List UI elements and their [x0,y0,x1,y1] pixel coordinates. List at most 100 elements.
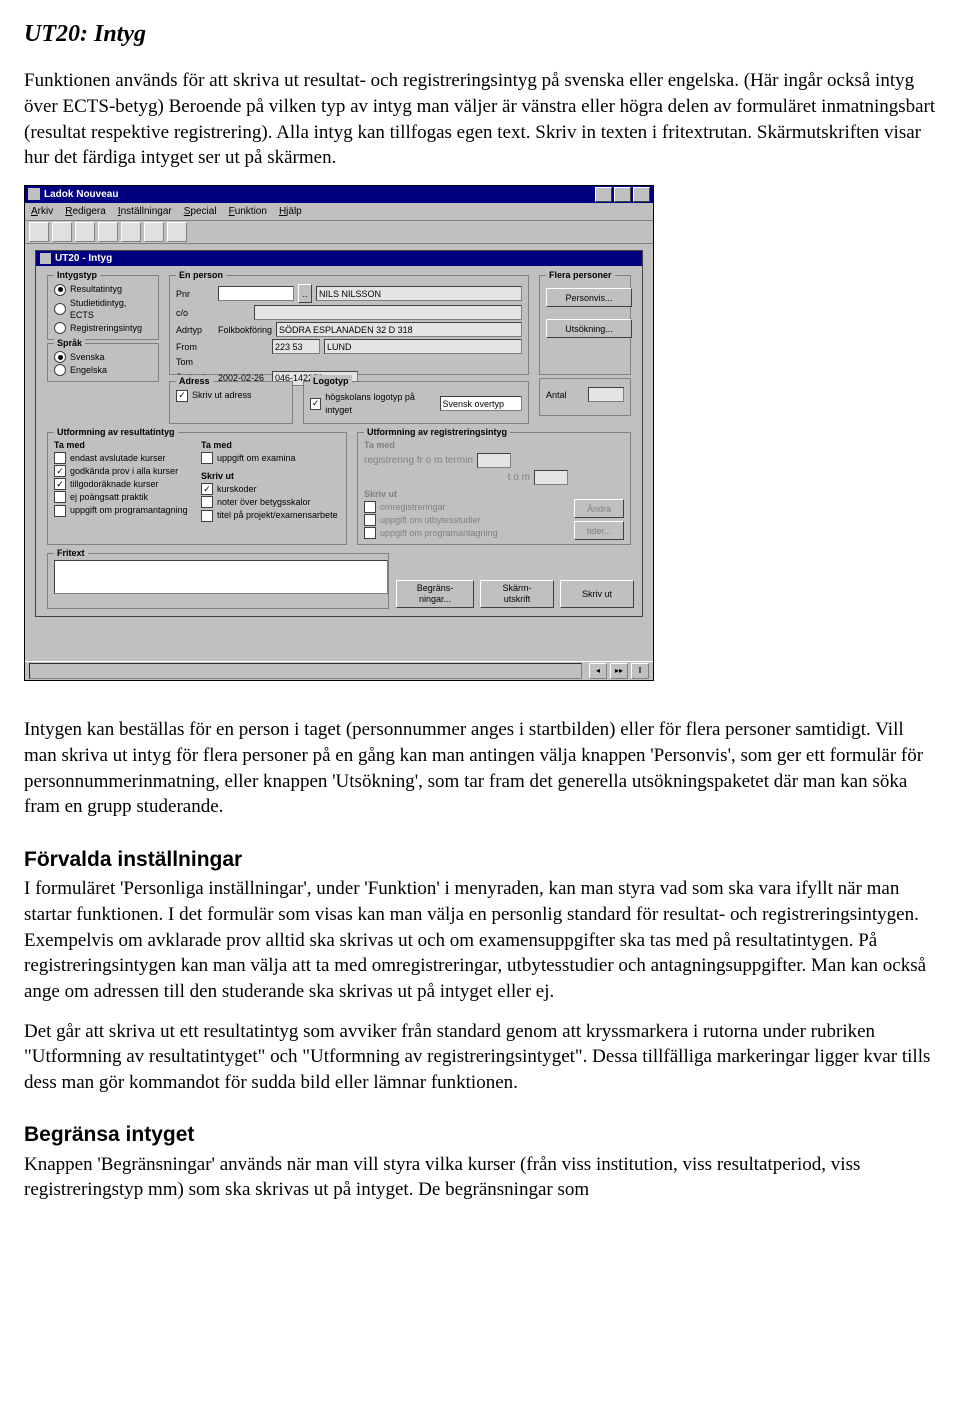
radio-engelska[interactable]: Engelska [54,364,152,376]
chk-res-0[interactable]: endast avslutade kurser [54,452,193,464]
tider-button: tider... [574,521,624,540]
toolbar-button[interactable] [144,222,164,242]
app-icon [28,188,40,200]
outer-window-title: Ladok Nouveau [44,188,118,202]
field-zip: 223 53 [272,339,320,354]
group-intygstyp: Intygstyp Resultatintyg Studietidintyg, … [47,275,159,340]
skarmutskrift-button[interactable]: Skärm- utskrift [480,580,554,608]
radio-ects[interactable]: Studietidintyg, ECTS [54,297,152,321]
menu-redigera[interactable]: Redigera [65,205,106,219]
personvis-button[interactable]: Personvis... [546,288,632,307]
menu-special[interactable]: Special [184,205,217,219]
heading-ta-med: Ta med [54,439,193,451]
heading-ta-med-2: Ta med [201,439,340,451]
label-pnr: Pnr [176,288,214,300]
toolbar-button[interactable] [52,222,72,242]
toolbar-button[interactable] [75,222,95,242]
menu-funktion[interactable]: Funktion [229,205,267,219]
status-next-icon[interactable]: ▸▸ [610,663,628,679]
status-prev-icon[interactable]: ◂ [589,663,607,679]
input-pnr[interactable] [218,286,294,301]
toolbar-button[interactable] [121,222,141,242]
toolbar-button[interactable] [167,222,187,242]
heading-reg-ta-med: Ta med [364,439,568,451]
toolbar-button[interactable] [29,222,49,242]
label-adrtyp: Adrtyp [176,324,214,336]
radio-svenska[interactable]: Svenska [54,351,152,363]
chk-examina[interactable]: uppgift om examina [201,452,340,464]
minimize-icon[interactable] [595,187,612,202]
legend-logotyp: Logotyp [310,375,352,387]
chk-res-2[interactable]: tillgodoräknade kurser [54,478,193,490]
paragraph-3: I formuläret 'Personliga inställningar',… [24,876,936,1004]
toolbar-strip [25,221,653,244]
pnr-lookup-button[interactable]: .. [298,284,312,303]
group-utformning-resultat: Utformning av resultatintyg Ta med endas… [47,432,347,546]
field-co [254,305,522,320]
radio-resultatintyg[interactable]: Resultatintyg [54,283,152,295]
ladok-window: Ladok Nouveau Arkiv Redigera Inställning… [24,185,654,681]
check-skriv-ut-adress[interactable]: Skriv ut adress [176,389,286,401]
menubar: Arkiv Redigera Inställningar Special Fun… [25,203,653,222]
chk-res-1[interactable]: godkända prov i alla kurser [54,465,193,477]
field-street: SÖDRA ESPLANADEN 32 D 318 [276,322,522,337]
legend-sprak: Språk [54,337,85,349]
toolbar-button[interactable] [98,222,118,242]
label-antal: Antal [546,389,584,401]
group-flera-personer: Flera personer Personvis... Utsökning... [539,275,631,375]
group-antal: Antal [539,378,631,416]
chk-kurskoder[interactable]: kurskoder [201,483,340,495]
field-antal [588,387,624,402]
intro-paragraph: Funktionen används för att skriva ut res… [24,68,936,171]
heading-reg-skriv-ut: Skriv ut [364,488,568,500]
status-i[interactable]: I [631,663,649,679]
chk-res-3[interactable]: ej poängsatt praktik [54,491,193,503]
chk-omreg: omregistreringar [364,501,568,513]
menu-arkiv[interactable]: Arkiv [31,205,53,219]
page-title: UT20: Intyg [24,18,936,50]
paragraph-5: Knappen 'Begränsningar' används när man … [24,1152,936,1203]
outer-titlebar: Ladok Nouveau [25,186,653,203]
value-adrtyp: Folkbokföring [218,324,272,336]
legend-utf-reg: Utformning av registreringsintyg [364,426,510,438]
maximize-icon[interactable] [614,187,631,202]
heading-skriv-ut: Skriv ut [201,470,340,482]
legend-adress: Adress [176,375,213,387]
doc-icon [40,253,51,264]
group-adress: Adress Skriv ut adress [169,381,293,423]
inner-window-title: UT20 - Intyg [55,252,112,266]
dim-reg-tom-label: t o m [508,471,530,485]
radio-registreringsintyg[interactable]: Registreringsintyg [54,322,152,334]
chk-res-4[interactable]: uppgift om programantagning [54,504,193,516]
legend-fritext: Fritext [54,547,88,559]
dim-reg-from: registrering fr o m termin [364,454,473,468]
fritext-input[interactable] [54,560,388,594]
menu-installningar[interactable]: Inställningar [118,205,172,219]
utsokning-button[interactable]: Utsökning... [546,319,632,338]
heading-begransa: Begränsa intyget [24,1121,936,1149]
field-reg-from [477,453,511,468]
chk-noter[interactable]: noter över betygsskalor [201,496,340,508]
legend-en-person: En person [176,269,226,281]
skrivut-button[interactable]: Skriv ut [560,580,634,608]
statusbar: ◂ ▸▸ I [25,661,653,680]
inner-window: UT20 - Intyg Intygstyp Resultatintyg Stu… [35,250,643,617]
andra-button: Ändra [574,499,624,518]
group-fritext: Fritext [47,553,389,609]
group-en-person: En person Pnr .. NILS NILSSON c/o [169,275,529,375]
heading-forvalda: Förvalda inställningar [24,846,936,874]
begransningar-button[interactable]: Begräns- ningar... [396,580,474,608]
dropdown-logotyp[interactable]: Svensk overtyp [440,396,522,411]
field-reg-tom [534,470,568,485]
group-logotyp: Logotyp högskolans logotyp på intyget Sv… [303,381,529,423]
check-logotyp[interactable]: högskolans logotyp på intyget [310,391,436,415]
menu-hjalp[interactable]: Hjälp [279,205,302,219]
chk-titel[interactable]: titel på projekt/examensarbete [201,509,340,521]
legend-utf-res: Utformning av resultatintyg [54,426,178,438]
field-name: NILS NILSSON [316,286,522,301]
chk-prog: uppgift om programantagning [364,527,568,539]
chk-utbyt: uppgift om utbytesstudier [364,514,568,526]
label-from: From [176,341,214,353]
close-icon[interactable] [633,187,650,202]
paragraph-4: Det går att skriva ut ett resultatintyg … [24,1019,936,1096]
